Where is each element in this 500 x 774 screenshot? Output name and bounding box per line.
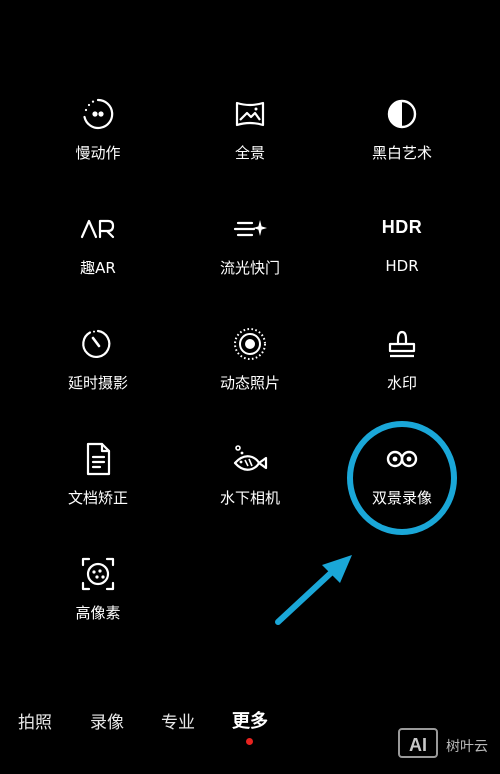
mode-underwater[interactable]: 水下相机 [180,441,320,531]
high-res-icon [80,556,116,592]
mode-label: 动态照片 [219,374,280,392]
mode-light-painting[interactable]: 流光快门 [180,211,320,301]
mode-hdr[interactable]: HDR HDR [332,211,472,301]
mode-monochrome[interactable]: 黑白艺术 [332,96,472,186]
mode-label: 水印 [386,374,417,392]
mode-label: 慢动作 [75,144,121,162]
hdr-icon: HDR [381,217,423,237]
light-trail-icon [232,211,268,247]
mode-label: HDR [385,257,419,275]
mode-label: 水下相机 [219,489,280,507]
mode-panorama[interactable]: 全景 [180,96,320,186]
mode-label: 全景 [234,144,265,162]
slow-motion-icon [80,96,116,132]
tab-more[interactable]: 更多 [232,707,268,733]
mode-document[interactable]: 文档矫正 [28,441,168,531]
ar-icon [80,211,116,247]
site-watermark: AI 树叶云 [398,724,498,764]
moving-picture-icon [232,326,268,362]
mode-time-lapse[interactable]: 延时摄影 [28,326,168,416]
tab-photo[interactable]: 拍照 [18,708,52,733]
active-tab-indicator [246,738,253,745]
tab-pro[interactable]: 专业 [161,708,195,733]
timer-icon [80,326,116,362]
half-circle-icon [384,96,420,132]
fish-icon [232,441,268,477]
document-icon [80,441,116,477]
mode-label: 趣AR [80,259,116,277]
mode-label: 黑白艺术 [371,144,432,162]
panorama-icon [232,96,268,132]
mode-label: 延时摄影 [67,374,128,392]
stamp-icon [384,326,420,362]
dual-view-icon [384,441,420,477]
watermark-text: 树叶云 [446,739,488,755]
mode-label: 流光快门 [219,259,280,277]
mode-ar[interactable]: 趣AR [28,211,168,301]
tab-video[interactable]: 录像 [90,708,124,733]
watermark-logo: AI [398,728,438,758]
mode-label: 高像素 [75,604,121,622]
mode-moving-picture[interactable]: 动态照片 [180,326,320,416]
mode-label: 文档矫正 [67,489,128,507]
mode-watermark[interactable]: 水印 [332,326,472,416]
mode-high-res[interactable]: 高像素 [28,556,168,646]
mode-label: 双景录像 [371,489,432,507]
mode-dual-view[interactable]: 双景录像 [332,441,472,531]
mode-slow-motion[interactable]: 慢动作 [28,96,168,186]
pointer-arrow [275,555,352,625]
